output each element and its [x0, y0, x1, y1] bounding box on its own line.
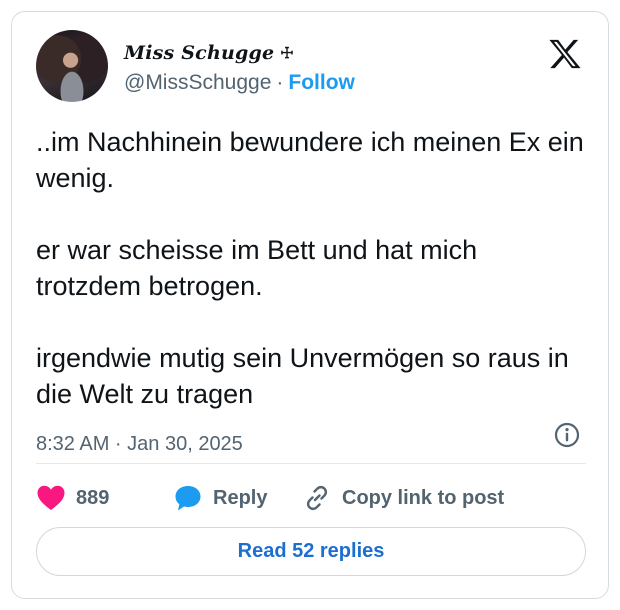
tweet-paragraph: ..im Nachhinein bewundere ich meinen Ex …: [36, 127, 584, 193]
info-icon[interactable]: [553, 421, 581, 449]
speech-bubble-icon: [175, 486, 201, 511]
follow-button[interactable]: Follow: [288, 71, 355, 95]
like-button[interactable]: 889: [36, 482, 109, 514]
tweet-paragraph: er war scheisse im Bett und hat mich tro…: [36, 235, 478, 301]
tweet-paragraph: irgendwie mutig sein Unvermögen so raus …: [36, 343, 569, 409]
heart-icon: [37, 485, 65, 510]
name-mark-icon: ☩: [280, 44, 294, 62]
read-replies-button[interactable]: Read 52 replies: [36, 527, 586, 576]
author-display-name[interactable]: Miss Schugge ☩: [124, 42, 294, 64]
x-logo-icon[interactable]: [548, 38, 582, 70]
avatar[interactable]: [36, 30, 108, 102]
display-name-text: Miss Schugge: [124, 42, 275, 64]
like-count: 889: [76, 486, 110, 509]
reply-button[interactable]: Reply: [173, 482, 267, 514]
copy-link-button[interactable]: Copy link to post: [302, 482, 504, 514]
tweet-card: Miss Schugge ☩ @MissSchugge · Follow ..i…: [11, 11, 609, 599]
reply-label: Reply: [213, 486, 268, 509]
link-icon: [306, 485, 328, 511]
tweet-timestamp[interactable]: 8:32 AM · Jan 30, 2025: [36, 433, 243, 456]
author-handle-row: @MissSchugge · Follow: [124, 71, 355, 95]
copy-link-label: Copy link to post: [342, 486, 505, 509]
author-handle[interactable]: @MissSchugge: [124, 71, 271, 95]
separator-dot: ·: [276, 71, 284, 94]
action-bar: 889 Reply Copy link to post: [36, 482, 586, 514]
divider: [36, 463, 586, 464]
tweet-text: ..im Nachhinein bewundere ich meinen Ex …: [36, 124, 586, 412]
